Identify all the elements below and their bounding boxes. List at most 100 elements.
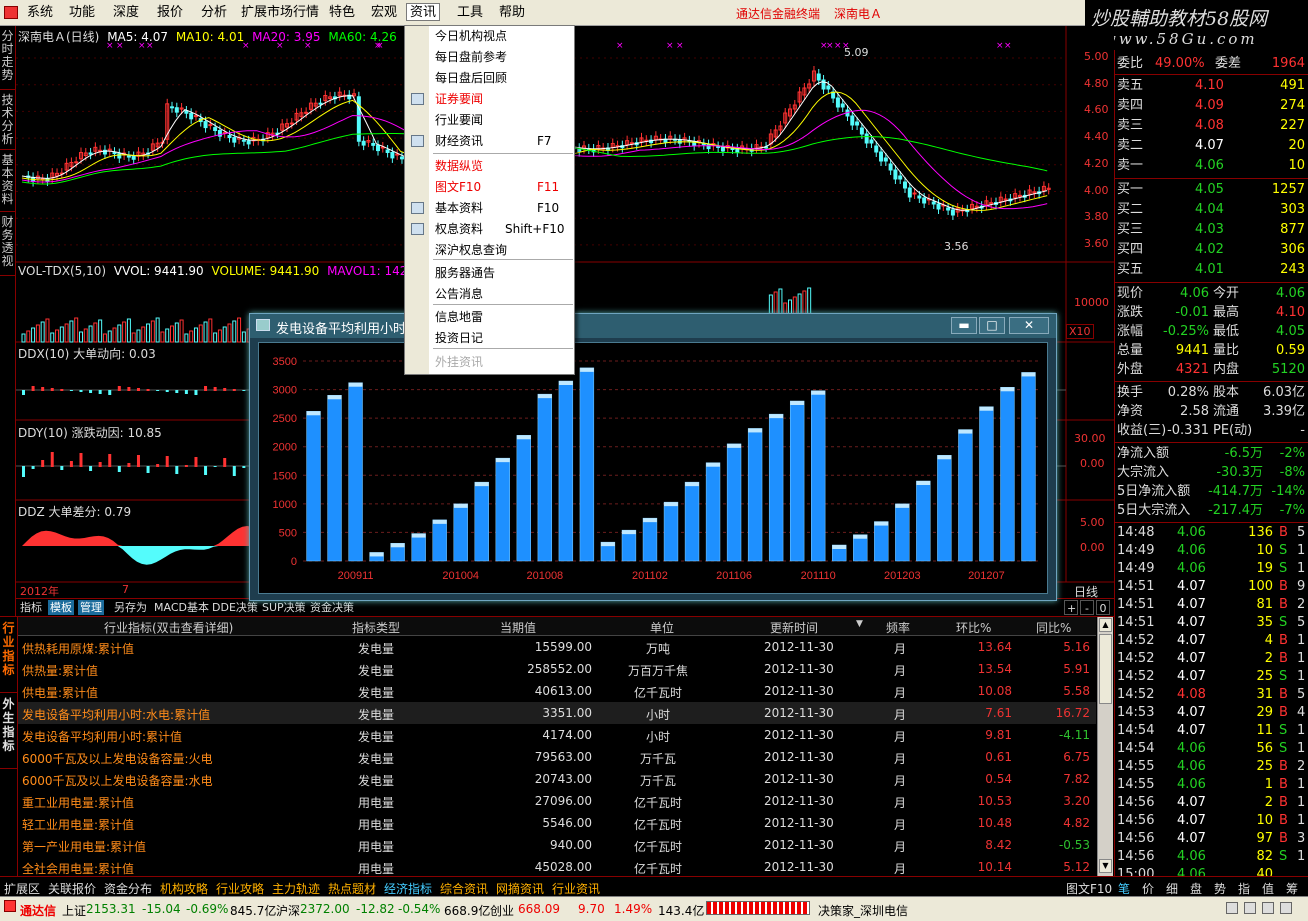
function-tab-10[interactable]: 网摘资讯 xyxy=(496,880,544,897)
table-row[interactable]: 全社会用电量:累计值 用电量 45028.00 亿千瓦时 2012-11-30 月 10.1… xyxy=(18,856,1096,878)
tick-row: 14:55 4.06 1 B 1 xyxy=(1115,776,1308,794)
menu-item-13[interactable]: 公告消息 xyxy=(405,284,574,304)
table-row[interactable]: 6000千瓦及以上发电设备容量:火电 发电量 79563.00 万千瓦 2012-11-… xyxy=(18,746,1096,768)
bottom-tab-4[interactable]: 另存为 xyxy=(112,600,149,615)
close-button[interactable]: ✕ xyxy=(1009,317,1049,334)
bottom-tab-8[interactable]: 资金决策 xyxy=(308,600,356,615)
function-tab-9[interactable]: 综合资讯 xyxy=(440,880,488,897)
column-header-8[interactable]: 同比% xyxy=(1036,619,1071,636)
function-tab-3[interactable]: 资金分布 xyxy=(104,880,152,897)
column-header-4[interactable]: 单位 xyxy=(650,619,674,636)
left-tab-4[interactable]: 财务透视 xyxy=(0,212,15,276)
status-icon-2[interactable] xyxy=(1244,902,1256,914)
status-icon-4[interactable] xyxy=(1280,902,1292,914)
table-scrollbar[interactable]: ▲ ▼ xyxy=(1097,617,1113,877)
column-header-3[interactable]: 当期值 xyxy=(500,619,536,636)
menu-item-8[interactable]: 图文F10 F11 xyxy=(405,177,574,197)
menu-11[interactable]: 帮助 xyxy=(496,4,528,22)
sort-arrow-icon[interactable]: ▼ xyxy=(856,619,863,629)
function-tab-4[interactable]: 机构攻略 xyxy=(160,880,208,897)
menu-item-14[interactable]: 信息地雷 xyxy=(405,307,574,327)
zoom-button-1[interactable]: + xyxy=(1064,600,1078,615)
bottom-tab-3[interactable]: 管理 xyxy=(78,600,104,615)
stat-label: 涨跌 xyxy=(1117,305,1144,320)
indicator-chart-window[interactable]: 发电设备平均利用小时:水 ▬ □ ✕ 0 500 1000 1500 2000 2500 3… xyxy=(249,313,1088,601)
menu-2[interactable]: 功能 xyxy=(66,4,98,22)
menu-item-11[interactable]: 深沪权息查询 xyxy=(405,240,574,260)
bottom-tab-5[interactable]: MACD基本 xyxy=(152,600,211,615)
function-tab-5[interactable]: 行业攻略 xyxy=(216,880,264,897)
detail-tab-2[interactable]: 价 xyxy=(1142,880,1154,897)
table-row[interactable]: 供热耗用原煤:累计值 发电量 15599.00 万吨 2012-11-30 月 13.64 5… xyxy=(18,636,1096,658)
minimize-button[interactable]: ▬ xyxy=(951,317,977,334)
table-side-tab-2[interactable]: 外生指标 xyxy=(0,693,17,769)
table-row[interactable]: 重工业用电量:累计值 用电量 27096.00 亿千瓦时 2012-11-30 月 10.5… xyxy=(18,790,1096,812)
column-header-6[interactable]: 频率 xyxy=(886,619,910,636)
detail-tab-8[interactable]: 筹 xyxy=(1286,880,1298,897)
menu-item-1[interactable]: 今日机构视点 xyxy=(405,26,574,46)
menu-item-9[interactable]: 基本资料 F10 xyxy=(405,198,574,218)
column-header-1[interactable]: 行业指标(双击查看详细) xyxy=(104,619,233,636)
menu-10[interactable]: 工具 xyxy=(454,4,486,22)
menu-item-5[interactable]: 行业要闻 xyxy=(405,110,574,130)
menu-item-2[interactable]: 每日盘前参考 xyxy=(405,47,574,67)
function-tab-7[interactable]: 热点题材 xyxy=(328,880,376,897)
function-tab-11[interactable]: 行业资讯 xyxy=(552,880,600,897)
bottom-tab-1[interactable]: 指标 xyxy=(18,600,44,615)
menu-3[interactable]: 深度 xyxy=(110,4,142,22)
menu-item-3[interactable]: 每日盘后回顾 xyxy=(405,68,574,88)
column-header-2[interactable]: 指标类型 xyxy=(352,619,400,636)
scroll-thumb[interactable] xyxy=(1099,634,1112,704)
table-row[interactable]: 供热量:累计值 发电量 258552.00 万百万千焦 2012-11-30 月 13.54… xyxy=(18,658,1096,680)
zoom-button-3[interactable]: 0 xyxy=(1096,600,1110,615)
detail-tab-7[interactable]: 值 xyxy=(1262,880,1274,897)
menu-7[interactable]: 特色 xyxy=(326,4,358,22)
f10-tab[interactable]: 图文F10 xyxy=(1066,880,1112,897)
function-tab-6[interactable]: 主力轨迹 xyxy=(272,880,320,897)
table-side-tab-1[interactable]: 行业指标 xyxy=(0,617,17,693)
window-titlebar[interactable]: 发电设备平均利用小时:水 ▬ □ ✕ xyxy=(250,314,1056,338)
detail-tab-1[interactable]: 笔 xyxy=(1118,880,1130,897)
menu-1[interactable]: 系统 xyxy=(24,4,56,22)
detail-tab-5[interactable]: 势 xyxy=(1214,880,1226,897)
menu-4[interactable]: 报价 xyxy=(154,4,186,22)
scroll-up-arrow[interactable]: ▲ xyxy=(1099,618,1112,632)
status-icon-3[interactable] xyxy=(1262,902,1274,914)
zoom-button-2[interactable]: - xyxy=(1080,600,1094,615)
maximize-button[interactable]: □ xyxy=(979,317,1005,334)
menu-6[interactable]: 扩展市场行情 xyxy=(238,4,322,22)
column-header-7[interactable]: 环比% xyxy=(956,619,991,636)
left-tab-3[interactable]: 基本资料 xyxy=(0,150,15,212)
menu-item-15[interactable]: 投资日记 xyxy=(405,328,574,348)
menu-item-12[interactable]: 服务器通告 xyxy=(405,263,574,283)
table-row[interactable]: 供电量:累计值 发电量 40613.00 亿千瓦时 2012-11-30 月 10.08 5.… xyxy=(18,680,1096,702)
left-tab-1[interactable]: 分时走势 xyxy=(0,26,15,90)
status-icon-1[interactable] xyxy=(1226,902,1238,914)
left-tab-2[interactable]: 技术分析 xyxy=(0,90,15,150)
bottom-tab-6[interactable]: DDE决策 xyxy=(210,600,260,615)
scroll-down-arrow[interactable]: ▼ xyxy=(1099,859,1112,873)
function-tab-1[interactable]: 扩展区 xyxy=(4,880,40,897)
menu-item-6[interactable]: 财经资讯 F7 xyxy=(405,131,574,151)
detail-tab-4[interactable]: 盘 xyxy=(1190,880,1202,897)
menu-5[interactable]: 分析 xyxy=(198,4,230,22)
table-row[interactable]: 第一产业用电量:累计值 用电量 940.00 亿千瓦时 2012-11-30 月 8.42 -… xyxy=(18,834,1096,856)
table-row[interactable]: 轻工业用电量:累计值 用电量 5546.00 亿千瓦时 2012-11-30 月 10.48… xyxy=(18,812,1096,834)
table-row[interactable]: 发电设备平均利用小时:水电:累计值 发电量 3351.00 小时 2012-11-30 月… xyxy=(18,702,1096,724)
menu-item-7[interactable]: 数据纵览 xyxy=(405,156,574,176)
function-tab-8[interactable]: 经济指标 xyxy=(384,880,432,897)
table-row[interactable]: 6000千瓦及以上发电设备容量:水电 发电量 20743.00 万千瓦 2012-11-… xyxy=(18,768,1096,790)
function-tab-2[interactable]: 关联报价 xyxy=(48,880,96,897)
tick-side: B xyxy=(1279,777,1288,792)
menu-item-4[interactable]: 证券要闻 xyxy=(405,89,574,109)
table-row[interactable]: 发电设备平均利用小时:累计值 发电量 4174.00 小时 2012-11-30 月 9.8… xyxy=(18,724,1096,746)
column-header-5[interactable]: 更新时间 xyxy=(770,619,818,636)
table-cell: 79563.00 xyxy=(534,750,592,764)
bottom-tab-2[interactable]: 模板 xyxy=(48,600,74,615)
detail-tab-3[interactable]: 细 xyxy=(1166,880,1178,897)
menu-item-10[interactable]: 权息资料 Shift+F10 xyxy=(405,219,574,239)
detail-tab-6[interactable]: 指 xyxy=(1238,880,1250,897)
bottom-tab-7[interactable]: SUP决策 xyxy=(260,600,308,615)
menu-8[interactable]: 宏观 xyxy=(368,4,400,22)
menu-9[interactable]: 资讯 xyxy=(406,3,441,21)
